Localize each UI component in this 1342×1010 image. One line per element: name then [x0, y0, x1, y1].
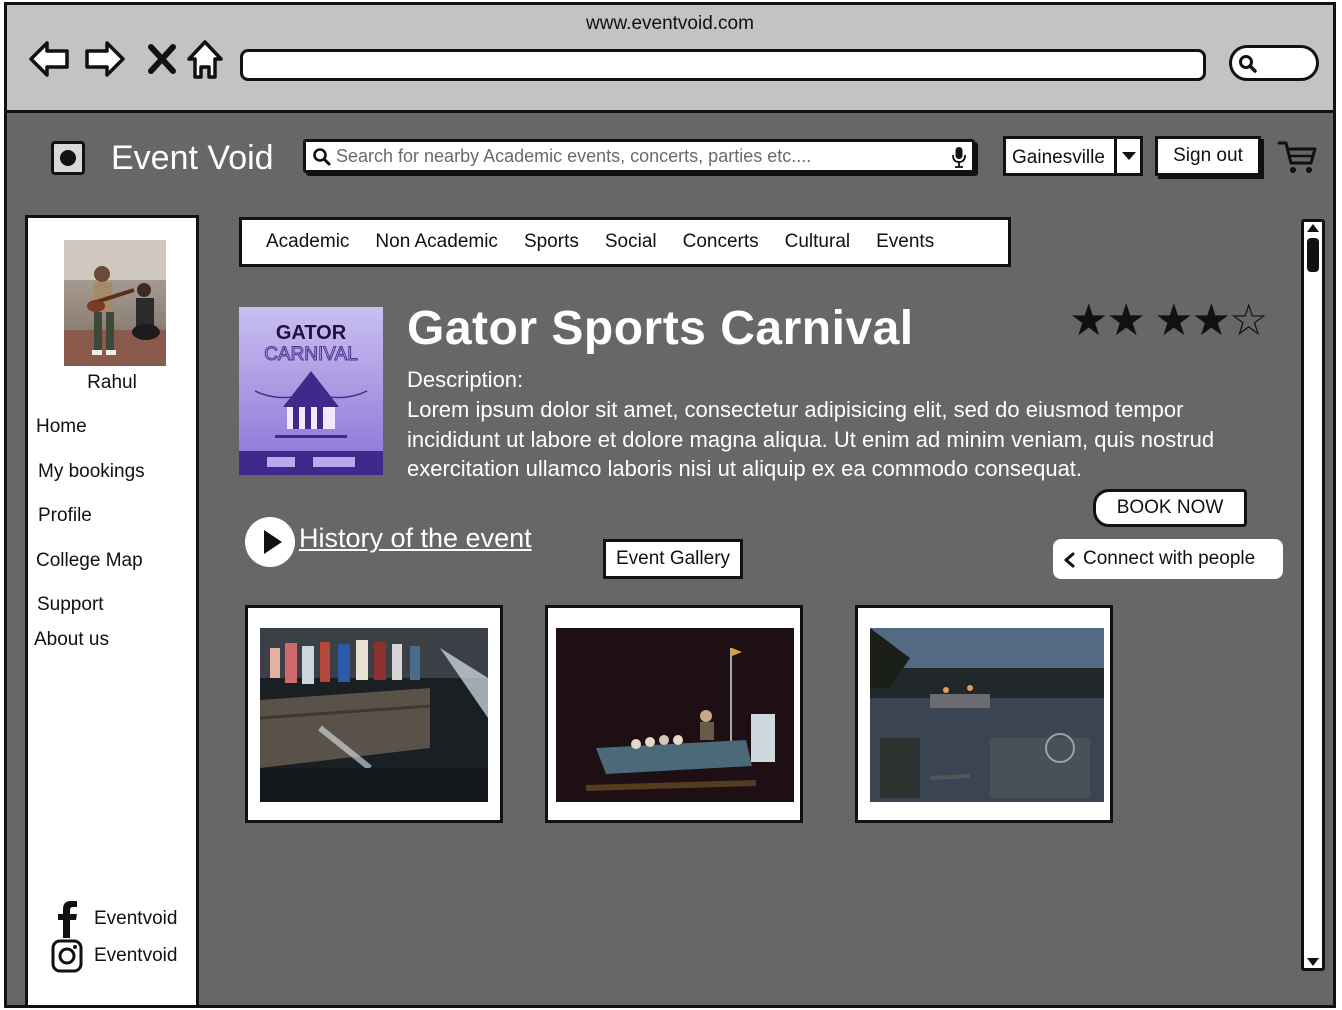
- back-arrow-icon[interactable]: [27, 37, 71, 81]
- chevron-down-icon[interactable]: [1114, 139, 1140, 173]
- star-filled-icon[interactable]: ★: [1192, 296, 1231, 345]
- vertical-scrollbar[interactable]: [1301, 219, 1325, 971]
- sidebar-item-about-us[interactable]: About us: [34, 629, 109, 651]
- instagram-link[interactable]: Eventvoid: [50, 938, 177, 974]
- microphone-icon[interactable]: [952, 146, 966, 168]
- scroll-thumb[interactable]: [1307, 238, 1319, 272]
- home-icon[interactable]: [183, 37, 227, 81]
- connect-with-people-button[interactable]: Connect with people: [1053, 539, 1283, 579]
- star-filled-icon[interactable]: ★: [1154, 296, 1193, 345]
- facebook-icon: [58, 901, 77, 938]
- search-icon: [313, 148, 331, 166]
- book-now-button[interactable]: BOOK NOW: [1093, 489, 1247, 527]
- brand-name[interactable]: Event Void: [111, 139, 274, 178]
- instagram-icon: [51, 939, 83, 973]
- event-search-bar[interactable]: [303, 139, 975, 173]
- star-rating[interactable]: ★★ ★★☆: [1069, 295, 1269, 346]
- category-tabs: Academic Non Academic Sports Social Conc…: [239, 217, 1011, 267]
- tab-social[interactable]: Social: [605, 231, 657, 253]
- gallery-image: [556, 628, 794, 802]
- tab-cultural[interactable]: Cultural: [785, 231, 850, 253]
- facebook-link[interactable]: Eventvoid: [50, 900, 177, 938]
- forward-arrow-icon[interactable]: [83, 37, 127, 81]
- description-label: Description:: [407, 367, 524, 392]
- search-input[interactable]: [336, 144, 936, 168]
- instagram-label: Eventvoid: [94, 945, 178, 966]
- connect-label: Connect with people: [1083, 548, 1256, 569]
- tab-non-academic[interactable]: Non Academic: [375, 231, 498, 253]
- poster-title-line1: GATOR: [276, 322, 347, 344]
- browser-search-box[interactable]: [1229, 45, 1319, 81]
- facebook-label: Eventvoid: [94, 908, 178, 929]
- scroll-up-arrow-icon[interactable]: [1307, 224, 1319, 232]
- address-bar[interactable]: [240, 49, 1206, 81]
- description-text: Lorem ipsum dolor sit amet, consectetur …: [407, 397, 1215, 482]
- poster-title-line2: CARNIVAL: [264, 344, 358, 365]
- tab-concerts[interactable]: Concerts: [683, 231, 759, 253]
- sidebar: Rahul Home My bookings Profile College M…: [25, 215, 199, 1005]
- avatar[interactable]: [64, 240, 166, 366]
- star-filled-icon[interactable]: ★: [1106, 296, 1145, 345]
- sidebar-item-home[interactable]: Home: [36, 416, 87, 438]
- city-dropdown[interactable]: Gainesville: [1003, 136, 1143, 176]
- star-empty-icon[interactable]: ☆: [1229, 296, 1268, 345]
- browser-toolbar: www.eventvoid.com: [7, 5, 1333, 113]
- user-name: Rahul: [87, 372, 137, 393]
- event-poster: GATOR CARNIVAL: [239, 307, 383, 475]
- browser-window: www.eventvoid.com Event Void Search for …: [4, 2, 1336, 1008]
- tab-sports[interactable]: Sports: [524, 231, 579, 253]
- gallery-photo-3[interactable]: [855, 605, 1113, 823]
- app-logo-icon[interactable]: [51, 141, 85, 175]
- shopping-cart-icon[interactable]: [1277, 139, 1317, 177]
- play-icon[interactable]: [245, 517, 295, 567]
- gallery-image: [260, 628, 488, 802]
- sidebar-item-support[interactable]: Support: [37, 594, 104, 616]
- tab-events[interactable]: Events: [876, 231, 934, 253]
- city-selected-value: Gainesville: [1012, 147, 1105, 168]
- gallery-photo-1[interactable]: [245, 605, 503, 823]
- tab-academic[interactable]: Academic: [266, 231, 349, 253]
- search-icon: [1239, 55, 1257, 73]
- gallery-photo-2[interactable]: [545, 605, 803, 823]
- event-title: Gator Sports Carnival: [407, 302, 914, 355]
- browser-url-title: www.eventvoid.com: [586, 13, 754, 34]
- gallery-image: [870, 628, 1104, 802]
- scroll-down-arrow-icon[interactable]: [1307, 958, 1319, 966]
- star-filled-icon[interactable]: ★: [1069, 296, 1108, 345]
- close-x-icon[interactable]: [141, 37, 185, 81]
- sidebar-item-profile[interactable]: Profile: [38, 505, 92, 527]
- sign-out-button[interactable]: Sign out: [1155, 136, 1261, 176]
- history-link[interactable]: History of the event: [299, 523, 532, 554]
- chevron-left-icon: [1064, 552, 1075, 568]
- sidebar-item-college-map[interactable]: College Map: [36, 550, 143, 572]
- event-gallery-button[interactable]: Event Gallery: [603, 539, 743, 579]
- sidebar-item-my-bookings[interactable]: My bookings: [38, 461, 145, 483]
